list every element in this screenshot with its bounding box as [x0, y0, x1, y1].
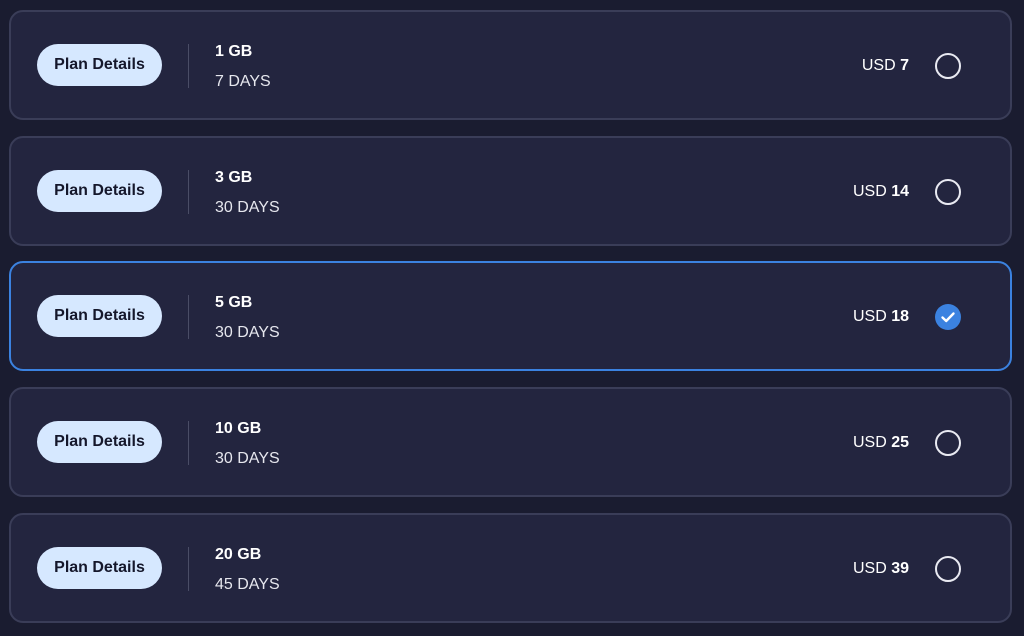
plan-card[interactable]: Plan Details 5 GB 30 DAYS USD 18	[9, 261, 1012, 371]
plan-radio[interactable]	[935, 556, 961, 582]
plan-data-size: 10 GB	[215, 420, 262, 437]
plan-price: USD 25	[853, 433, 909, 453]
price-currency: USD	[852, 308, 887, 325]
divider	[188, 295, 189, 339]
plan-price: USD 7	[862, 56, 909, 76]
plan-duration: 30 DAYS	[215, 450, 280, 467]
price-amount: 7	[900, 57, 909, 74]
divider	[188, 170, 189, 214]
price-currency: USD	[852, 183, 887, 200]
plan-data-size: 5 GB	[215, 294, 253, 311]
divider	[188, 547, 189, 591]
divider	[188, 44, 189, 88]
plan-details-button[interactable]: Plan Details	[37, 421, 162, 463]
price-amount: 39	[891, 560, 909, 577]
plan-data-size: 20 GB	[215, 546, 262, 563]
plan-price: USD 18	[853, 307, 909, 327]
plan-details-button[interactable]: Plan Details	[37, 295, 162, 337]
plan-price: USD 39	[853, 559, 909, 579]
plan-details-button[interactable]: Plan Details	[37, 170, 162, 212]
plan-price: USD 14	[853, 182, 909, 202]
price-amount: 14	[891, 183, 909, 200]
price-currency: USD	[852, 560, 887, 577]
plan-radio[interactable]	[935, 179, 961, 205]
plan-radio-selected[interactable]	[935, 304, 961, 330]
plan-duration: 7 DAYS	[215, 73, 271, 90]
price-amount: 25	[891, 434, 909, 451]
price-currency: USD	[852, 434, 887, 451]
divider	[188, 421, 189, 465]
plan-data-size: 3 GB	[215, 169, 253, 186]
plan-radio[interactable]	[935, 53, 961, 79]
plan-card[interactable]: Plan Details 3 GB 30 DAYS USD 14	[9, 136, 1012, 246]
plan-details-button[interactable]: Plan Details	[37, 547, 162, 589]
price-amount: 18	[891, 308, 909, 325]
plan-radio[interactable]	[935, 430, 961, 456]
plan-duration: 30 DAYS	[215, 324, 280, 341]
check-icon	[941, 312, 955, 323]
plan-card[interactable]: Plan Details 20 GB 45 DAYS USD 39	[9, 513, 1012, 623]
plan-card[interactable]: Plan Details 1 GB 7 DAYS USD 7	[9, 10, 1012, 120]
plan-list: Plan Details 1 GB 7 DAYS USD 7 Plan Deta…	[0, 0, 1024, 636]
plan-card[interactable]: Plan Details 10 GB 30 DAYS USD 25	[9, 387, 1012, 497]
plan-data-size: 1 GB	[215, 43, 253, 60]
price-currency: USD	[861, 57, 896, 74]
plan-duration: 45 DAYS	[215, 576, 280, 593]
plan-details-button[interactable]: Plan Details	[37, 44, 162, 86]
plan-duration: 30 DAYS	[215, 199, 280, 216]
